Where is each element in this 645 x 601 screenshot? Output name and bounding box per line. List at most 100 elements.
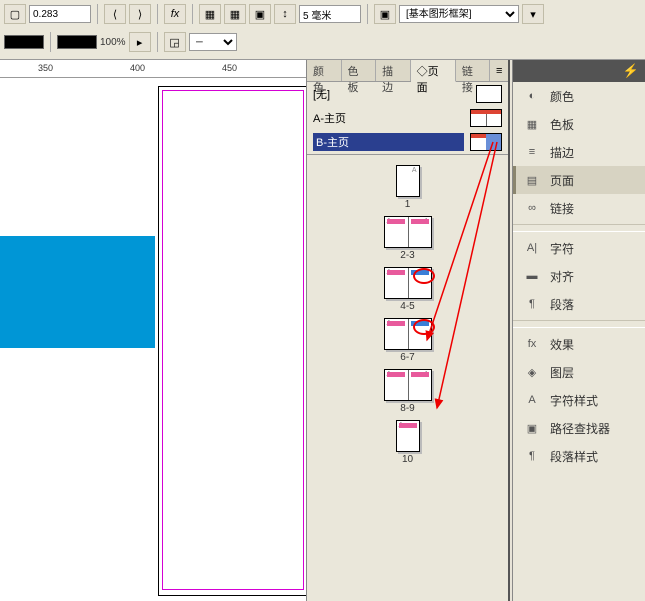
master-b[interactable]: B-主页 xyxy=(307,130,508,154)
dock-item-layers[interactable]: ◈ 图层 xyxy=(513,358,645,386)
page-thumb[interactable]: A xyxy=(396,165,420,197)
dock-label: 段落 xyxy=(550,296,574,313)
blue-rectangle-object[interactable] xyxy=(0,236,155,348)
align-mid-icon[interactable]: ▦ xyxy=(224,4,246,24)
page-item[interactable]: AA2-3 xyxy=(384,216,432,261)
page-item[interactable]: AA 8-9 xyxy=(384,369,432,414)
text-wrap-icon[interactable]: ▣ xyxy=(249,4,271,24)
char-icon: A| xyxy=(524,240,540,256)
dock-label: 描边 xyxy=(550,144,574,161)
pages-list[interactable]: A1AA2-3AB4-5AB6-7AA8-9A10 xyxy=(307,155,508,601)
ruler-tick: 400 xyxy=(130,63,145,73)
master-thumb-b[interactable] xyxy=(470,133,502,151)
page-view[interactable] xyxy=(0,78,306,601)
dock-label: 色板 xyxy=(550,116,574,133)
dock-item-pathfinder[interactable]: ▣路径查找器 xyxy=(513,414,645,442)
frame-icon[interactable]: ▣ xyxy=(374,4,396,24)
dock-label: 段落样式 xyxy=(550,448,598,465)
ruler-tick: 450 xyxy=(222,63,237,73)
dock-label: 效果 xyxy=(550,336,574,353)
horizontal-ruler: 350 400 450 xyxy=(0,60,306,78)
bolt-icon: ⚡ xyxy=(623,63,639,79)
page-number: 8-9 xyxy=(400,403,414,414)
page-item[interactable]: AB 6-7 xyxy=(384,318,432,363)
bracket-right-icon[interactable]: ⟩ xyxy=(129,4,151,24)
page-thumb[interactable]: AB xyxy=(384,267,432,299)
dock-item-align[interactable]: ▬ 对齐 xyxy=(513,262,645,290)
fx-button[interactable]: fx xyxy=(164,4,186,24)
stroke-icon: ≡ xyxy=(524,144,540,160)
master-none[interactable]: [无] xyxy=(307,82,508,106)
page-thumb[interactable]: AA xyxy=(384,369,432,401)
tab-color[interactable]: 颜色 xyxy=(307,60,342,81)
top-toolbar: ▢ ⟨ ⟩ fx ▦ ▦ ▣ ↕ ▣ [基本图形框架] ▾ 100% ▸ ◲ ─ xyxy=(0,0,645,60)
layers-icon: ◈ xyxy=(524,364,540,380)
master-thumb-a[interactable] xyxy=(470,109,502,127)
tab-stroke[interactable]: 描边 xyxy=(376,60,411,81)
tab-swatches[interactable]: 色板 xyxy=(342,60,377,81)
page-item[interactable]: A1 xyxy=(396,165,420,210)
corner-select[interactable]: ─ xyxy=(189,33,237,51)
frame-style-select[interactable]: [基本图形框架] xyxy=(399,5,519,23)
align-icon: ▬ xyxy=(524,268,540,284)
dock-label: 页面 xyxy=(550,172,574,189)
stroke-weight-input[interactable] xyxy=(29,5,91,23)
tool-btn[interactable]: ▢ xyxy=(4,4,26,24)
page-thumb[interactable]: AA xyxy=(384,216,432,248)
right-dock: ⚡ ◐ 颜色 ▦ 色板 ≡ 描边 ▤ 页面 ∞ 链接 A| 字符 ▬ 对齐 ¶ 段落 fx 效果 ◈ 图层 A字符样式▣… xyxy=(512,60,645,601)
tab-pages[interactable]: ◇页面 xyxy=(411,60,456,82)
parastyle-icon: ¶ xyxy=(524,448,540,464)
para-icon: ¶ xyxy=(524,296,540,312)
page-margin-guide xyxy=(162,90,304,590)
panel-menu-button[interactable]: ≡ xyxy=(490,60,508,81)
dock-item-pages[interactable]: ▤ 页面 xyxy=(513,166,645,194)
master-thumb-none[interactable] xyxy=(476,85,502,103)
page-number: 6-7 xyxy=(400,352,414,363)
dock-label: 链接 xyxy=(550,200,574,217)
zoom-stepper[interactable]: ▸ xyxy=(129,32,151,52)
page-thumb[interactable]: AB xyxy=(384,318,432,350)
charstyle-icon: A xyxy=(524,392,540,408)
dropdown-icon[interactable]: ▾ xyxy=(522,4,544,24)
ruler-tick: 350 xyxy=(38,63,53,73)
dock-item-charstyle[interactable]: A字符样式 xyxy=(513,386,645,414)
links-icon: ∞ xyxy=(524,200,540,216)
page-number: 4-5 xyxy=(400,301,414,312)
dock-item-links[interactable]: ∞ 链接 xyxy=(513,194,645,222)
gap-icon[interactable]: ↕ xyxy=(274,4,296,24)
palette-icon: ◐ xyxy=(524,88,540,104)
swatches-icon: ▦ xyxy=(524,116,540,132)
fx-icon: fx xyxy=(524,336,540,352)
dock-item-char[interactable]: A| 字符 xyxy=(513,234,645,262)
align-top-icon[interactable]: ▦ xyxy=(199,4,221,24)
tab-links[interactable]: 链接 xyxy=(456,60,491,81)
dock-label: 图层 xyxy=(550,364,574,381)
canvas-area[interactable]: 350 400 450 xyxy=(0,60,306,601)
pages-panel: 颜色 色板 描边 ◇页面 链接 ≡ [无] A-主页 B-主页 A1AA2-3A… xyxy=(306,60,510,601)
page-item[interactable]: AB 4-5 xyxy=(384,267,432,312)
dock-header: ⚡ xyxy=(513,60,645,82)
zoom-label: 100% xyxy=(100,37,126,48)
dock-item-fx[interactable]: fx 效果 xyxy=(513,330,645,358)
dock-item-para[interactable]: ¶ 段落 xyxy=(513,290,645,318)
stroke-swatch[interactable] xyxy=(57,35,97,49)
gap-input[interactable] xyxy=(299,5,361,23)
dock-item-swatches[interactable]: ▦ 色板 xyxy=(513,110,645,138)
page-item[interactable]: A10 xyxy=(396,420,420,465)
dock-item-stroke[interactable]: ≡ 描边 xyxy=(513,138,645,166)
master-a[interactable]: A-主页 xyxy=(307,106,508,130)
fill-swatch[interactable] xyxy=(4,35,44,49)
masters-section: [无] A-主页 B-主页 xyxy=(307,82,508,155)
dock-label: 颜色 xyxy=(550,88,574,105)
dock-label: 字符 xyxy=(550,240,574,257)
dock-item-palette[interactable]: ◐ 颜色 xyxy=(513,82,645,110)
bracket-left-icon[interactable]: ⟨ xyxy=(104,4,126,24)
page-thumb[interactable]: A xyxy=(396,420,420,452)
dock-label: 对齐 xyxy=(550,268,574,285)
page-number: 1 xyxy=(405,199,411,210)
dock-item-parastyle[interactable]: ¶ 段落样式 xyxy=(513,442,645,470)
panel-tab-bar: 颜色 色板 描边 ◇页面 链接 ≡ xyxy=(307,60,508,82)
corner-icon[interactable]: ◲ xyxy=(164,32,186,52)
dock-label: 路径查找器 xyxy=(550,420,610,437)
pages-icon: ▤ xyxy=(524,172,540,188)
